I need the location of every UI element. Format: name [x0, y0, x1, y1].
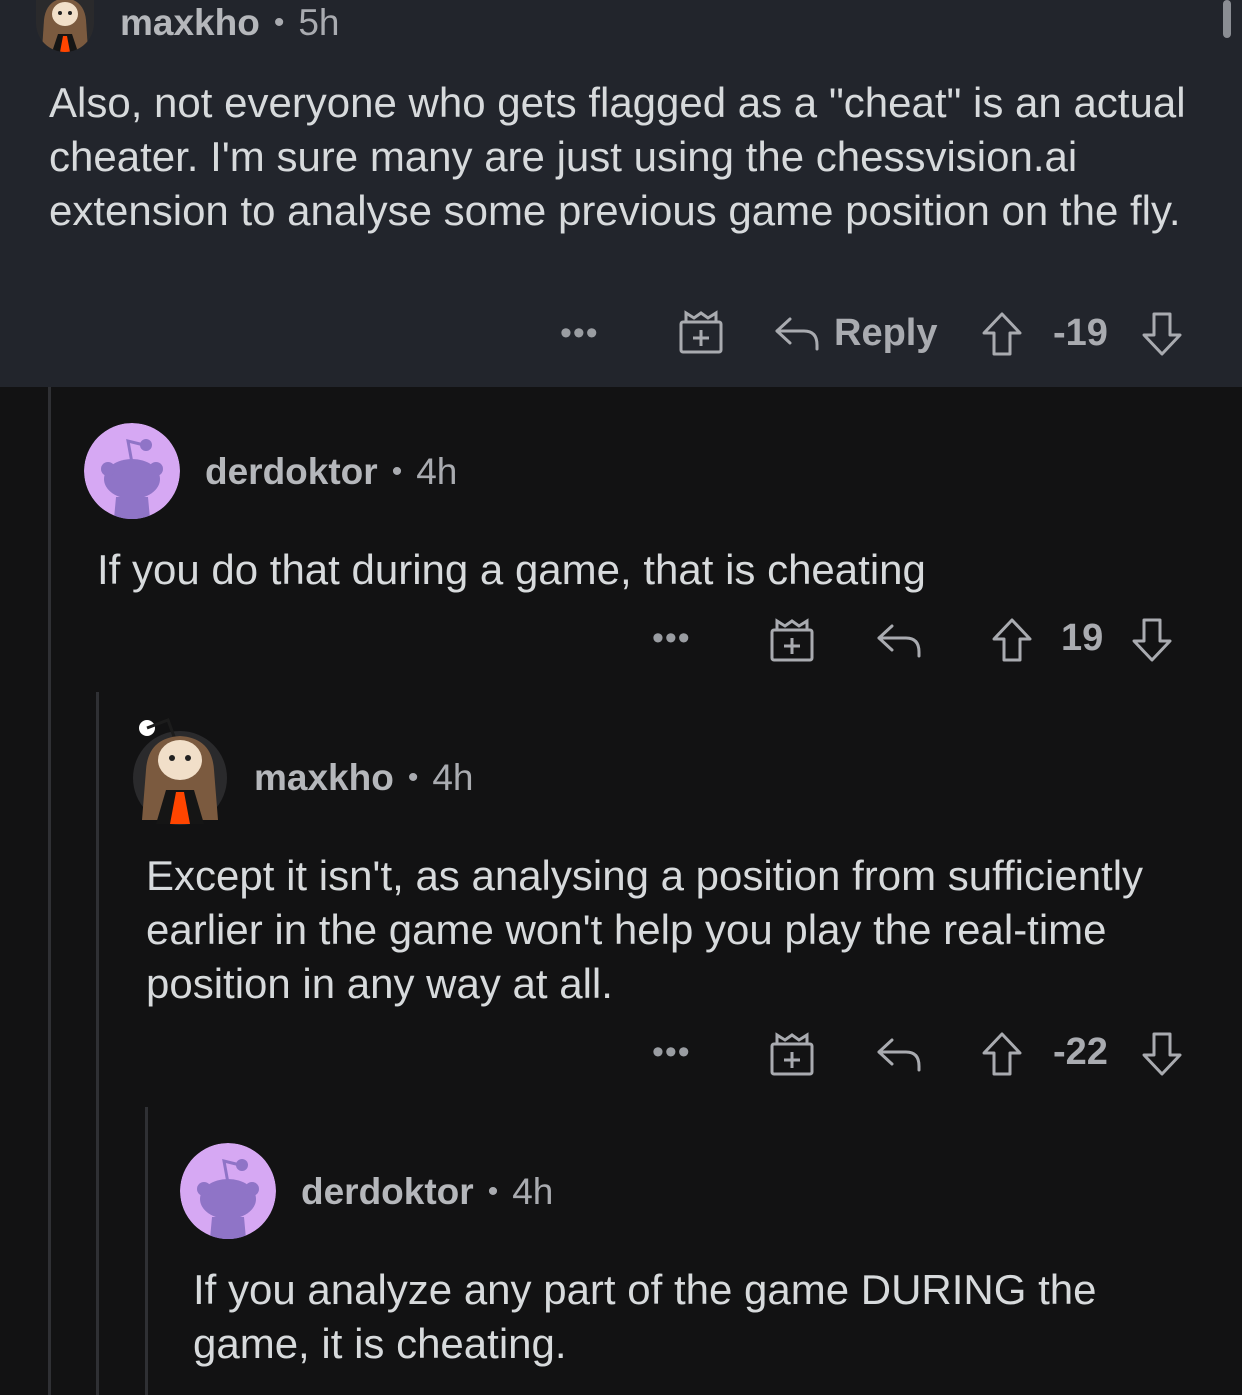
comment-age: 5h [298, 2, 340, 43]
avatar-maxkho[interactable] [132, 712, 228, 826]
meta-separator: • [273, 6, 285, 39]
comment-age: 4h [512, 1171, 554, 1212]
more-icon[interactable]: ••• [652, 1028, 691, 1076]
comment-body: Also, not everyone who gets flagged as a… [49, 79, 1186, 234]
reply-arrow-icon[interactable] [876, 1034, 922, 1074]
comment-meta: maxkho • 4h [254, 759, 474, 796]
avatar-derdoktor[interactable] [180, 1143, 276, 1239]
meta-separator: • [407, 761, 419, 794]
comment-meta: derdoktor • 4h [301, 1173, 553, 1210]
comment-body: Except it isn't, as analysing a position… [146, 852, 1144, 1007]
comment-meta: maxkho • 5h [120, 4, 340, 41]
comment-actions: ••• Reply -19 [560, 309, 1200, 357]
downvote-arrow-icon[interactable] [1130, 617, 1174, 663]
thread-line-level-2[interactable] [96, 692, 99, 1395]
vote-score: -22 [1053, 1031, 1108, 1073]
reply-arrow-icon[interactable] [876, 620, 922, 660]
thread-line-level-1[interactable] [48, 387, 51, 1395]
vote-score: 19 [1061, 617, 1104, 659]
reply-button[interactable]: Reply [834, 309, 937, 357]
gift-award-icon[interactable] [769, 617, 815, 663]
vote-score: -19 [1053, 312, 1108, 354]
meta-separator: • [487, 1175, 499, 1208]
avatar-derdoktor[interactable] [84, 423, 180, 519]
comment-meta: derdoktor • 4h [205, 453, 457, 490]
scrollbar[interactable] [1223, 0, 1231, 38]
username[interactable]: maxkho [120, 2, 260, 43]
more-icon[interactable]: ••• [652, 614, 691, 662]
gift-award-icon[interactable] [769, 1031, 815, 1077]
comment-body: If you do that during a game, that is ch… [97, 546, 926, 593]
upvote-arrow-icon[interactable] [990, 617, 1034, 663]
upvote-arrow-icon[interactable] [980, 311, 1024, 357]
comment-actions: ••• 19 [652, 614, 1202, 662]
gift-award-icon[interactable] [678, 309, 724, 355]
downvote-arrow-icon[interactable] [1140, 311, 1184, 357]
more-icon[interactable]: ••• [560, 309, 599, 357]
username[interactable]: derdoktor [301, 1171, 474, 1212]
comment-body: If you analyze any part of the game DURI… [193, 1266, 1097, 1367]
downvote-arrow-icon[interactable] [1140, 1031, 1184, 1077]
comment-age: 4h [432, 757, 474, 798]
username[interactable]: maxkho [254, 757, 394, 798]
username[interactable]: derdoktor [205, 451, 378, 492]
reply-arrow-icon[interactable] [774, 313, 820, 353]
thread-line-level-3[interactable] [145, 1107, 148, 1395]
comment-actions: ••• -22 [652, 1028, 1202, 1076]
comment-age: 4h [416, 451, 458, 492]
meta-separator: • [391, 455, 403, 488]
upvote-arrow-icon[interactable] [980, 1031, 1024, 1077]
